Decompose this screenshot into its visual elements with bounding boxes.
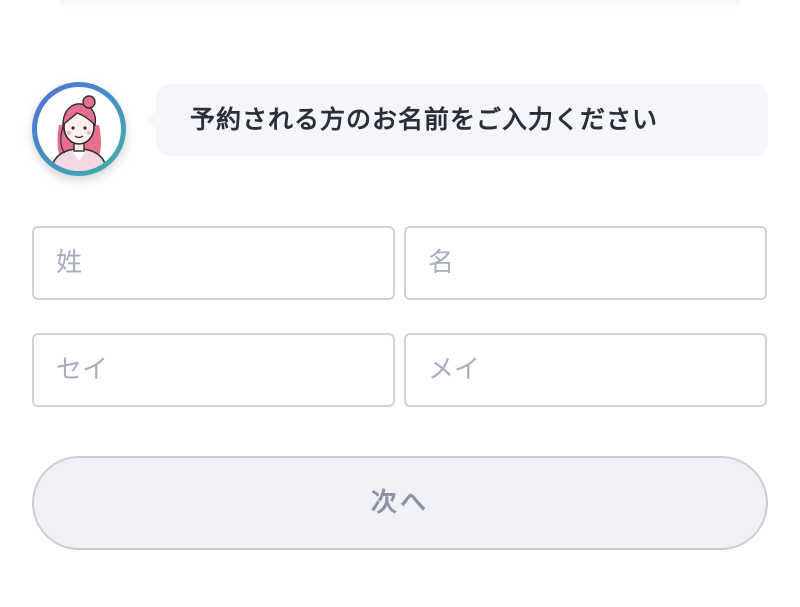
previous-card-edge	[60, 0, 740, 10]
message-bubble: 予約される方のお名前をご入力ください	[146, 84, 768, 156]
assistant-avatar	[32, 82, 126, 176]
message-text: 予約される方のお名前をご入力ください	[190, 105, 659, 134]
first-name-kana-input[interactable]	[404, 333, 767, 407]
assistant-message-row: 予約される方のお名前をご入力ください	[32, 80, 768, 176]
reservation-name-step: 予約される方のお名前をご入力ください 次へ	[0, 0, 800, 607]
first-name-input[interactable]	[404, 226, 767, 300]
woman-avatar-icon	[37, 87, 121, 171]
last-name-kana-input[interactable]	[32, 333, 395, 407]
last-name-input[interactable]	[32, 226, 395, 300]
next-button[interactable]: 次へ	[32, 456, 768, 550]
